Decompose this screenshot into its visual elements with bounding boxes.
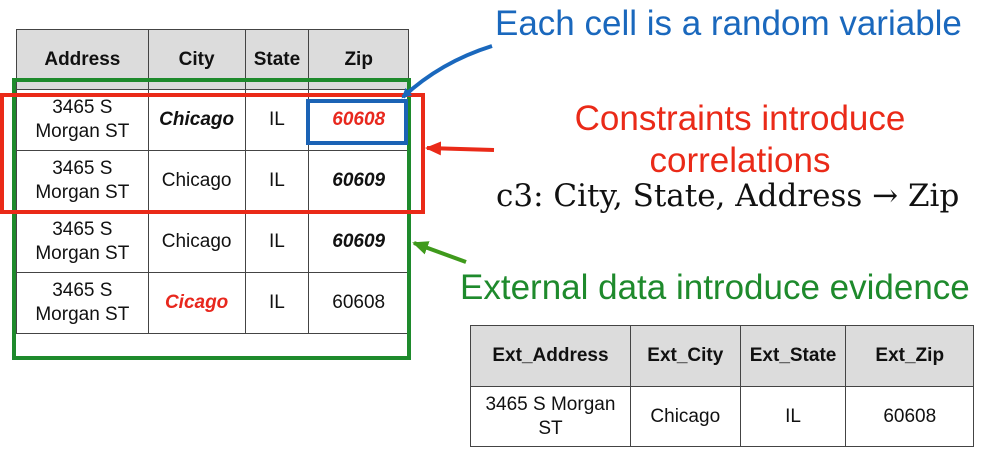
constraint-caption: Constraints introduce correlations (574, 99, 906, 180)
annotation-arrows (401, 44, 495, 264)
evidence-caption: External data introduce evidence (460, 268, 970, 307)
cell-pointer-arrow (401, 44, 493, 99)
constraint-pointer-arrow (425, 141, 495, 156)
random-variable-caption: Each cell is a random variable (495, 4, 962, 43)
evidence-pointer-arrow (412, 241, 467, 264)
functional-dependency-rule: c3: City, State, Address → Zip (496, 178, 960, 214)
